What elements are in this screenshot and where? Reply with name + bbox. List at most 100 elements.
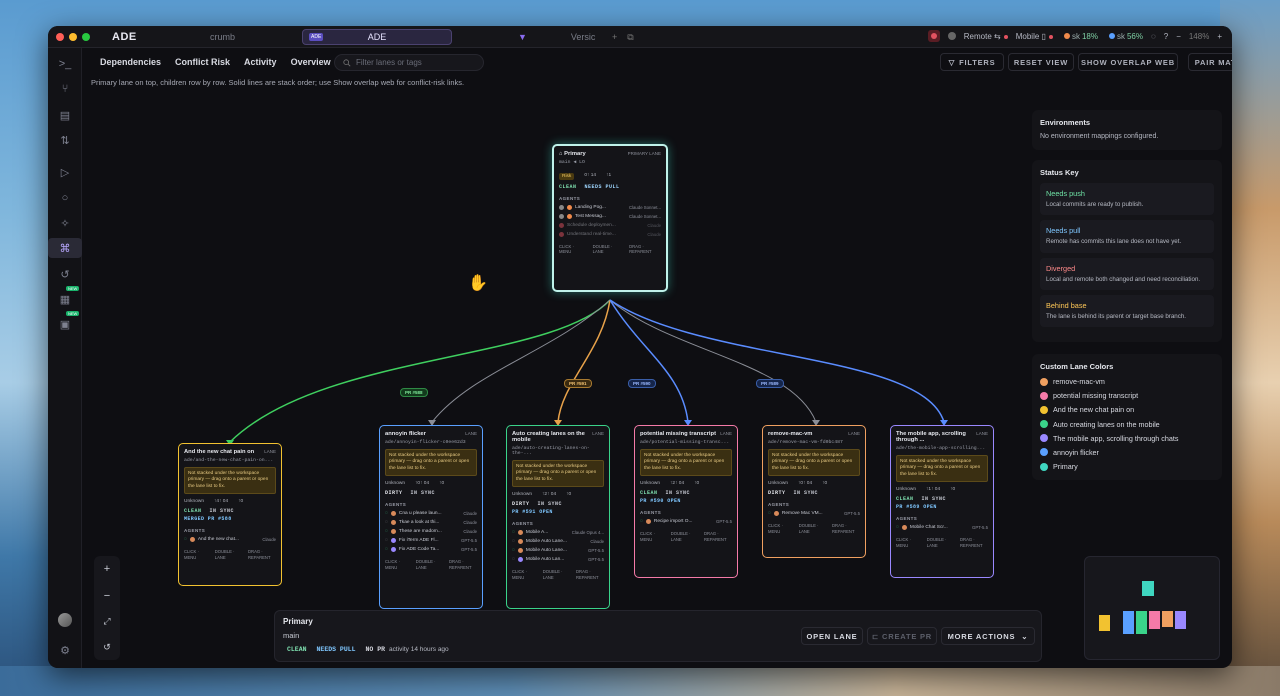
lane-badge: LANE (976, 431, 988, 436)
branch-icon[interactable]: ⑂ (55, 79, 75, 99)
monitor-icon[interactable]: ▣ NEW (55, 311, 80, 334)
color-swatch[interactable] (1040, 434, 1048, 443)
edge-label-pr-590[interactable]: PR #590 (628, 379, 656, 388)
lane-agent[interactable]: ◌ Mobile A... Claude Opus 4... (512, 530, 604, 536)
calendar-icon[interactable]: ▦ NEW (55, 286, 80, 309)
lane-agent[interactable]: ◌ These are madom... Claude (385, 529, 477, 535)
popout-icon[interactable]: ⧉ (627, 32, 633, 43)
lane-agent[interactable]: ◌ Tkae a look at thi... Claude (385, 520, 477, 526)
show-overlap-web-button[interactable]: SHOW OVERLAP WEB (1078, 53, 1178, 71)
tab-versic[interactable]: ▼ Versic (518, 29, 595, 45)
minimize-window-button[interactable] (69, 32, 77, 41)
remote-status[interactable]: Remote ⇆ (964, 32, 1008, 41)
open-lane-button[interactable]: OPEN LANE (801, 627, 863, 645)
zoom-in-icon[interactable]: + (1217, 32, 1222, 41)
zoom-out-icon[interactable]: − (1176, 32, 1181, 41)
zoom-window-button[interactable] (82, 32, 90, 41)
lane-card[interactable]: The mobile app, scrolling through ... LAN… (890, 425, 994, 578)
more-actions-button[interactable]: MORE ACTIONS ⌄ (941, 627, 1035, 645)
pair-matrix-button[interactable]: PAIR MATRIX (1188, 53, 1232, 71)
color-swatch[interactable] (1040, 462, 1048, 471)
search-icon[interactable]: ○ (55, 188, 75, 208)
primary-agent-1[interactable]: Test Messag... Claude Sonnet... (559, 214, 661, 219)
edge-label-pr-588[interactable]: PR #588 (400, 388, 428, 397)
lane-agent[interactable]: ◌ Mobile Auto Lane... GPT-5.5 (512, 548, 604, 554)
brain-icon[interactable]: ✧ (55, 213, 75, 233)
lane-agent[interactable]: ◌ Mobile Auto Lan... GPT-5.5 (512, 557, 604, 563)
color-swatch[interactable] (1040, 377, 1048, 386)
lane-color-item[interactable]: Primary (1040, 462, 1214, 471)
avatar[interactable] (55, 610, 75, 630)
alert-icon[interactable] (927, 30, 940, 42)
lane-color-item[interactable]: annoyin flicker (1040, 448, 1214, 457)
file-icon[interactable]: ▤ (55, 105, 75, 125)
tab-activity[interactable]: Activity (244, 57, 277, 67)
chat-icon[interactable]: ◌ (1151, 32, 1156, 41)
filter-input[interactable]: Filter lanes or tags (334, 54, 484, 71)
lane-pr-status[interactable]: PR #590 OPEN (640, 498, 732, 504)
tab-conflict-risk[interactable]: Conflict Risk (175, 57, 230, 67)
lane-agent[interactable]: ◌ And the new chat... Claude (184, 537, 276, 543)
zoom-out-icon[interactable]: − (104, 590, 110, 602)
help-icon[interactable]: ? (1164, 32, 1168, 41)
lane-agent[interactable]: ◌ Cna u please laun... Claude (385, 511, 477, 517)
primary-agent-2[interactable]: Schedule deploymen... Claude (559, 223, 661, 228)
filters-button[interactable]: ▽ FILTERS (940, 53, 1004, 71)
reset-rotation-icon[interactable]: ↺ (103, 642, 111, 653)
minimap[interactable] (1084, 556, 1220, 660)
lane-card[interactable]: annoyin flicker LANE ade/annoyin-flicker-… (379, 425, 483, 609)
color-swatch[interactable] (1040, 420, 1048, 429)
terminal-icon[interactable]: >_ (55, 54, 75, 74)
lane-pr-status[interactable]: MERGED PR #588 (184, 516, 276, 522)
color-swatch[interactable] (1040, 405, 1048, 414)
foot-drag: DRAG · REPARENT (576, 569, 599, 580)
lane-pr-status[interactable]: PR #591 OPEN (512, 509, 604, 515)
edge-label-pr-589[interactable]: PR #589 (756, 379, 784, 388)
lane-badge: LANE (720, 431, 732, 436)
tab-crumb[interactable]: crumb (210, 29, 235, 45)
lane-agent[interactable]: ◌ Mobile Chat Scr... GPT-5.5 (896, 525, 988, 531)
lane-color-item[interactable]: remove-mac-vm (1040, 377, 1214, 386)
settings-gear-icon[interactable]: ⚙ (55, 640, 75, 660)
lane-pr-status[interactable]: PR #589 OPEN (896, 504, 988, 510)
primary-agent-3[interactable]: Understand real-time... Claude (559, 232, 661, 237)
agent-model: Claude Sonnet... (628, 205, 661, 210)
tab-overview[interactable]: Overview (291, 57, 331, 67)
lane-color-item[interactable]: Auto creating lanes on the mobile (1040, 420, 1214, 429)
close-window-button[interactable] (56, 32, 64, 41)
tab-dependencies[interactable]: Dependencies (100, 57, 161, 67)
primary-agent-0[interactable]: Landing Pog... Claude Sonnet... (559, 205, 661, 210)
lane-agent[interactable]: ◌ Remove Mac VM... GPT-5.5 (768, 511, 860, 517)
lane-agent[interactable]: ◌ Fix ADE Code Ta... GPT-5.5 (385, 547, 477, 553)
zoom-in-icon[interactable]: + (104, 563, 110, 575)
new-tab-icon[interactable]: + (612, 32, 617, 42)
mobile-status[interactable]: Mobile ▯ (1016, 32, 1053, 41)
play-icon[interactable]: ▷ (55, 162, 75, 182)
lane-stats2: ↑0 (694, 481, 700, 487)
create-pr-button[interactable]: ⊏ CREATE PR (867, 627, 937, 645)
lane-agent[interactable]: ◌ Recipe import O... GPT-5.5 (640, 519, 732, 525)
sidebar: >_ ⑂ ▤ ⇅ ▷ ○ ✧ ⌘ ↺ ▦ NEW ▣ NEW ⚙ (48, 48, 82, 668)
color-swatch[interactable] (1040, 448, 1048, 457)
lane-card[interactable]: And the new chat pain on LANE ade/and-the… (178, 443, 282, 586)
lane-color-item[interactable]: potential missing transcript (1040, 391, 1214, 400)
lane-agent[interactable]: ◌ Mobile Auto Lane... Claude (512, 539, 604, 545)
moon-icon[interactable] (947, 32, 956, 40)
lane-color-item[interactable]: The mobile app, scrolling through chats (1040, 434, 1214, 443)
lane-card[interactable]: remove-mac-vm LANE ade/remove-mac-vm-fd0b… (762, 425, 866, 558)
primary-lane-card[interactable]: ⌂ Primary PRIMARY LANE main ◀ LO Risk 0↑ 1… (552, 144, 668, 292)
fit-view-icon[interactable]: ⤢ (103, 616, 110, 627)
agent-status-icon: ◌ (512, 539, 515, 545)
graph-icon[interactable]: ⌘ (48, 238, 82, 258)
pull-request-icon[interactable]: ⇅ (55, 130, 75, 150)
lane-card[interactable]: Auto creating lanes on the mobile LANE ad… (506, 425, 610, 609)
history-icon[interactable]: ↺ (55, 264, 75, 284)
minimap-lane (1099, 615, 1110, 631)
tab-ade[interactable]: ADE ADE (302, 29, 452, 45)
lane-color-item[interactable]: And the new chat pain on (1040, 405, 1214, 414)
edge-label-pr-591[interactable]: PR #591 (564, 379, 592, 388)
color-swatch[interactable] (1040, 391, 1048, 400)
reset-view-button[interactable]: RESET VIEW (1008, 53, 1074, 71)
lane-agent[interactable]: ◌ Fix iTerm ADE Fl... GPT-5.5 (385, 538, 477, 544)
lane-card[interactable]: potential missing transcript LANE ade/pot… (634, 425, 738, 578)
